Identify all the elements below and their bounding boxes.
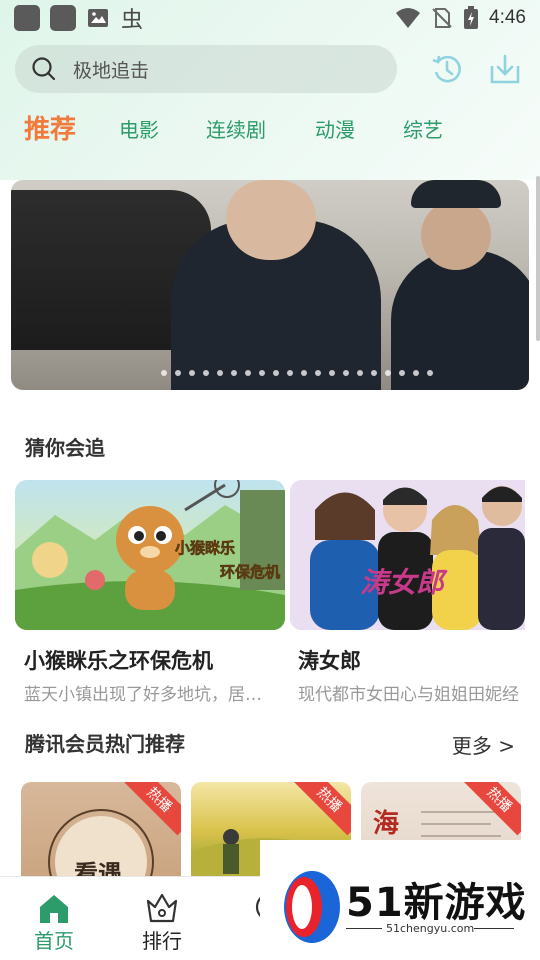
svg-text:虫: 虫: [121, 8, 143, 31]
rank-icon: [146, 893, 178, 923]
carousel-dot: [329, 370, 335, 376]
battery-icon: [464, 6, 479, 29]
app-notification-icon: [50, 5, 76, 31]
wifi-icon: [396, 8, 421, 28]
status-bar: 虫 4:46: [0, 0, 540, 36]
tab-anime[interactable]: 动漫: [315, 108, 355, 152]
watermark-mark: [284, 871, 340, 943]
nav-label: 排行: [142, 929, 182, 953]
watermark-logo: 51新游戏 51chengyu.com: [260, 840, 540, 960]
carousel-dot: [231, 370, 237, 376]
carousel-dot: [203, 370, 209, 376]
banner-carousel[interactable]: [11, 180, 529, 390]
carousel-dot: [189, 370, 195, 376]
card-description: 现代都市女田心与姐姐田妮经: [298, 685, 519, 705]
nav-item-rank[interactable]: 排行: [122, 877, 202, 960]
tab-recommend[interactable]: 推荐: [24, 108, 76, 152]
status-time: 4:46: [489, 7, 526, 28]
carousel-dot: [245, 370, 251, 376]
carousel-dot: [259, 370, 265, 376]
carousel-dot: [399, 370, 405, 376]
carousel-dot: [413, 370, 419, 376]
svg-text:环保危机: 环保危机: [220, 563, 280, 581]
svg-text:海: 海: [373, 809, 399, 839]
carousel-indicator: [161, 370, 433, 376]
search-placeholder: 极地追击: [73, 59, 150, 82]
svg-text:涛女郎: 涛女郎: [360, 566, 448, 599]
poster-card[interactable]: 小猴眯乐 环保危机: [15, 480, 285, 630]
more-link[interactable]: 更多 >: [452, 730, 515, 759]
section-title-member: 腾讯会员热门推荐: [25, 732, 185, 756]
app-notification-icon: [14, 5, 40, 31]
carousel-dot: [217, 370, 223, 376]
watermark-url: 51chengyu.com: [386, 922, 475, 935]
tab-variety[interactable]: 综艺: [403, 108, 443, 152]
tab-series[interactable]: 连续剧: [206, 108, 266, 152]
carousel-dot: [371, 370, 377, 376]
svg-text:小猴眯乐: 小猴眯乐: [175, 539, 235, 557]
carousel-dot: [161, 370, 167, 376]
carousel-dot: [315, 370, 321, 376]
download-icon[interactable]: [488, 52, 522, 86]
carousel-dot: [273, 370, 279, 376]
nav-label: 首页: [34, 929, 74, 953]
carousel-dot: [385, 370, 391, 376]
bug-app-icon: 虫: [121, 8, 143, 31]
nav-item-home[interactable]: 首页: [14, 877, 94, 960]
gallery-icon: [88, 9, 108, 27]
card-title[interactable]: 小猴眯乐之环保危机: [24, 645, 213, 675]
search-input[interactable]: 极地追击: [15, 45, 397, 93]
watermark-text: 51新游戏: [346, 880, 527, 926]
card-title[interactable]: 涛女郎: [298, 645, 361, 675]
home-icon: [40, 895, 68, 923]
category-tabs: 推荐 电影 连续剧 动漫 综艺: [0, 108, 540, 152]
card-description: 蓝天小镇出现了好多地坑，居…: [24, 685, 262, 705]
no-sim-icon: [432, 8, 452, 28]
tab-movie[interactable]: 电影: [119, 108, 159, 152]
poster-card[interactable]: 涛女郎: [290, 480, 525, 630]
carousel-dot: [343, 370, 349, 376]
search-icon: [32, 57, 56, 81]
scrollbar[interactable]: [536, 176, 540, 341]
carousel-dot: [357, 370, 363, 376]
poster-image: 小猴眯乐 环保危机: [15, 480, 285, 630]
carousel-dot: [427, 370, 433, 376]
carousel-dot: [287, 370, 293, 376]
carousel-dot: [301, 370, 307, 376]
history-icon[interactable]: [430, 52, 464, 86]
section-title-guess: 猜你会追: [25, 436, 105, 460]
carousel-dot: [175, 370, 181, 376]
poster-image: 涛女郎: [290, 480, 525, 630]
